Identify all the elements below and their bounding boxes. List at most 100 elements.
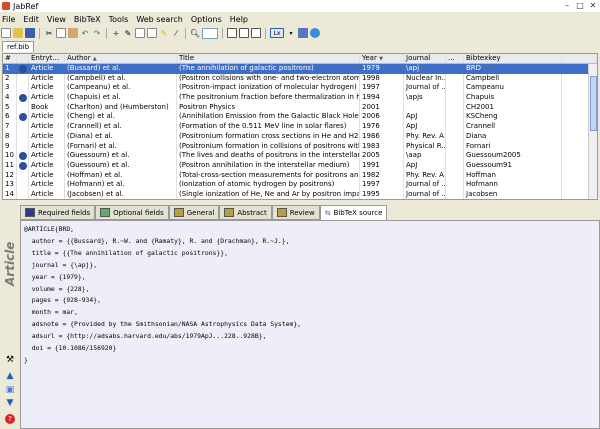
column-header-title[interactable]: Title	[177, 54, 360, 63]
table-row[interactable]: 12 Article (Hoffman) et al. (Total-cross-se…	[3, 170, 597, 181]
menu-bibtex[interactable]: BibTeX	[74, 15, 101, 24]
table-row[interactable]: 2 Article (Campbell) et al. (Positron colli…	[3, 73, 597, 84]
year-cell: 1986	[360, 131, 404, 142]
entry-tab-general[interactable]: General	[168, 205, 220, 220]
pdf-file-icon[interactable]	[19, 113, 27, 122]
dropdown-chevron-icon[interactable]: ▾	[286, 28, 296, 38]
table-row[interactable]: 3 Article (Campeanu) et al. (Positron-impac…	[3, 83, 597, 94]
column-header-entrytype[interactable]: Entryt...	[29, 54, 65, 63]
table-row[interactable]: 14 Article (Jacobsen) et al. (Single ioniza…	[3, 189, 597, 199]
journal-cell: Phy. Rev. A	[404, 131, 446, 142]
column-header-journal[interactable]: Journal	[404, 54, 446, 63]
menu-web-search[interactable]: Web search	[136, 15, 183, 24]
entry-editor-sidebar: Article ⚒ ▲ ▣ ▼ ?	[0, 220, 19, 429]
year-cell: 1998	[360, 73, 404, 84]
menu-help[interactable]: Help	[230, 15, 248, 24]
row-number: 13	[3, 180, 17, 190]
extra-cell	[446, 102, 464, 113]
close-button[interactable]: ✕	[588, 1, 598, 11]
column-header-more[interactable]: ...	[446, 54, 464, 63]
title-cell: (The lives and deaths of positrons in th…	[179, 151, 360, 161]
journal-cell: ApJ	[404, 112, 446, 123]
duplicate-icon[interactable]	[251, 28, 261, 38]
table-row[interactable]: 8 Article (Diana) et al. (Positronium forma…	[3, 131, 597, 142]
open-database-icon[interactable]	[13, 28, 23, 38]
entry-tab-optional-fields[interactable]: Optional fields	[95, 205, 169, 220]
pdf-file-icon[interactable]	[19, 65, 27, 73]
column-header-pdf[interactable]	[17, 54, 29, 63]
undo-icon[interactable]: ↶	[80, 28, 90, 38]
column-header-bibtexkey[interactable]: Bibtexkey	[464, 54, 562, 63]
unmark-entries-icon[interactable]: ⁄	[171, 28, 181, 38]
table-row[interactable]: 1 Article (Bussard) et al. (The annihilatio…	[3, 64, 597, 74]
menu-view[interactable]: View	[47, 15, 66, 24]
group-icon[interactable]	[227, 28, 237, 38]
search-icon[interactable]: 🔍︎	[190, 28, 200, 38]
new-database-icon[interactable]	[1, 28, 11, 38]
row-number: 9	[3, 141, 17, 152]
pdf-link	[17, 93, 29, 103]
redo-icon[interactable]: ↷	[92, 28, 102, 38]
author-cell: (Guessoum) et al.	[65, 160, 177, 171]
row-number: 8	[3, 131, 17, 142]
table-row[interactable]: 7 Article (Crannell) et al. (Formation of t…	[3, 122, 597, 132]
mark-entries-icon[interactable]: ✎	[159, 28, 169, 38]
table-row[interactable]: 9 Article (Fornari) et al. (Positronium for…	[3, 141, 597, 152]
bibtexkey-cell: BRD	[464, 64, 562, 74]
maximize-button[interactable]: □	[575, 1, 585, 11]
entry-tab-review[interactable]: Review	[271, 205, 320, 220]
author-cell: (Fornari) et al.	[65, 141, 177, 152]
column-header-author[interactable]: Author ▲	[65, 54, 177, 63]
table-row[interactable]: 4 Article (Chapuis) et al. (The positronium…	[3, 93, 597, 103]
table-row[interactable]: 13 Article (Hofmann) et al. (Ionization of …	[3, 180, 597, 190]
pdf-file-icon[interactable]	[19, 94, 27, 103]
move-up-icon[interactable]: ▲	[5, 371, 15, 381]
table-row[interactable]: 10 Article (Guessoum) et al. (The lives and…	[3, 151, 597, 161]
generate-key-icon[interactable]: ⚒	[5, 355, 15, 365]
table-row[interactable]: 11 Article (Guessoum) et al. (Positron anni…	[3, 160, 597, 171]
move-down-icon[interactable]: ▼	[5, 398, 15, 408]
preview-icon[interactable]	[239, 28, 249, 38]
table-row[interactable]: 5 Book (Charlton) and (Humberston) Positron…	[3, 102, 597, 113]
new-entry-icon[interactable]: +	[111, 28, 121, 38]
minimize-button[interactable]: –	[562, 1, 572, 11]
scrollbar-thumb[interactable]	[590, 76, 597, 131]
pdf-icon[interactable]	[298, 28, 308, 38]
database-tab[interactable]: ref.bib	[2, 41, 35, 52]
search-input[interactable]	[202, 27, 218, 39]
bibtexkey-cell: Jacobsen	[464, 189, 562, 199]
pdf-file-icon[interactable]	[19, 152, 27, 161]
toolbar-separator	[39, 27, 40, 39]
menu-edit[interactable]: Edit	[23, 15, 39, 24]
bibtex-source-editor[interactable]: @ARTICLE{BRD, author = {{Bussard}, R.~W.…	[20, 220, 600, 429]
save-entry-icon[interactable]: ▣	[5, 385, 15, 395]
journal-cell: ApJ	[404, 160, 446, 171]
copy-icon[interactable]	[56, 28, 66, 38]
edit-entry-icon[interactable]: ✎	[123, 28, 133, 38]
cut-icon[interactable]: ✂	[44, 28, 54, 38]
entry-tab-required-fields[interactable]: Required fields	[20, 205, 96, 220]
row-number: 14	[3, 189, 17, 199]
menu-tools[interactable]: Tools	[109, 15, 129, 24]
pdf-file-icon[interactable]	[19, 161, 27, 170]
table-scrollbar[interactable]	[588, 64, 597, 199]
menu-file[interactable]: File	[2, 15, 15, 24]
menu-options[interactable]: Options	[191, 15, 222, 24]
entry-tab-bibtex-source[interactable]: ⇆ BibTeX source	[319, 205, 388, 220]
entry-tab-abstract[interactable]: Abstract	[219, 205, 272, 220]
entry-type-cell: Article	[29, 122, 65, 132]
column-header-number[interactable]: #	[3, 54, 17, 63]
bibtexkey-cell: KSCheng	[464, 112, 562, 123]
column-header-year[interactable]: Year ▼	[360, 54, 404, 63]
save-icon[interactable]	[25, 28, 35, 38]
table-row[interactable]: 6 Article (Cheng) et al. (Annihilation Emis…	[3, 112, 597, 123]
latex-push-icon[interactable]: Lx	[270, 28, 284, 38]
title-cell: Positron Physics	[177, 102, 360, 113]
web-icon[interactable]	[310, 28, 320, 38]
journal-cell: Journal of ...	[406, 180, 446, 190]
edit-preamble-icon[interactable]	[147, 28, 157, 38]
edit-strings-icon[interactable]	[135, 28, 145, 38]
help-icon[interactable]: ?	[5, 414, 15, 424]
journal-cell: \apj	[404, 64, 446, 74]
paste-icon[interactable]	[68, 28, 78, 38]
